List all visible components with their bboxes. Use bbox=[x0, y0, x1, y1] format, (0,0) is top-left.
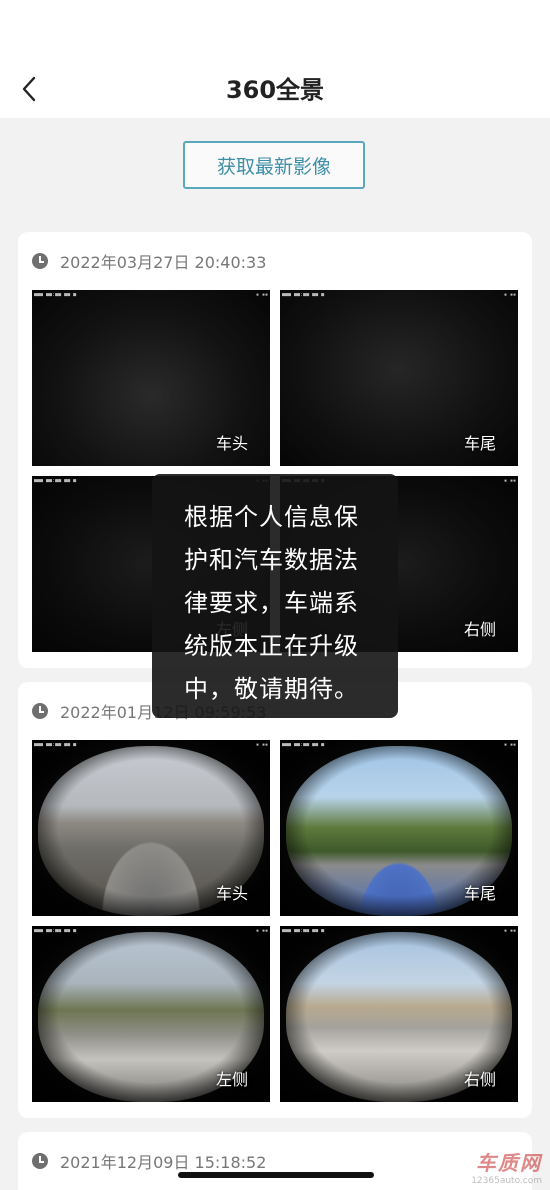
snapshot-timestamp: 2021年12月09日 15:18:52 bbox=[60, 1153, 267, 1172]
clock-icon bbox=[32, 1153, 48, 1169]
thumb-left[interactable]: ■■■ ■■:■■ ■■ ■▪ ▪▪ 左侧 bbox=[32, 926, 270, 1102]
top-bar: 360全景 bbox=[0, 0, 550, 118]
camera-hud: ■■■ ■■:■■ ■■ ■▪ ▪▪ bbox=[282, 742, 516, 748]
clock-icon bbox=[32, 253, 48, 269]
camera-hud: ■■■ ■■:■■ ■■ ■▪ ▪▪ bbox=[282, 292, 516, 298]
thumb-rear[interactable]: ■■■ ■■:■■ ■■ ■ ▪ ▪▪ 车尾 bbox=[280, 290, 518, 466]
camera-hud: ■■■ ■■:■■ ■■ ■▪ ▪▪ bbox=[282, 928, 516, 934]
watermark-sub: 12365auto.com bbox=[471, 1176, 542, 1186]
thumb-label: 左侧 bbox=[215, 1070, 248, 1089]
thumb-front[interactable]: ■■■ ■■:■■ ■■ ■ ▪ ▪▪ 车头 bbox=[32, 740, 270, 916]
camera-hud: ■■■ ■■:■■ ■■ ■▪ ▪▪ bbox=[34, 928, 268, 934]
thumb-label: 车头 bbox=[215, 434, 248, 453]
card-header: 2021年12月09日 15:18:52 bbox=[32, 1148, 266, 1174]
home-indicator[interactable] bbox=[178, 1172, 374, 1178]
thumb-right[interactable]: ■■■ ■■:■■ ■■ ■▪ ▪▪ 右侧 bbox=[280, 926, 518, 1102]
thumb-front[interactable]: ■■■ ■■:■■ ■■ ■ ▪ ▪▪ 车头 bbox=[32, 290, 270, 466]
fetch-latest-image-button[interactable]: 获取最新影像 bbox=[183, 141, 365, 189]
snapshot-card: 2022年01月12日 09:59:53 ■■■ ■■:■■ ■■ ■▪ ▪▪ … bbox=[18, 682, 532, 1118]
thumb-label: 车尾 bbox=[463, 884, 496, 903]
watermark-logo: 车质网 12365auto.com bbox=[471, 1147, 542, 1186]
card-header: 2022年03月27日 20:40:33 bbox=[32, 248, 266, 274]
clock-icon bbox=[32, 703, 48, 719]
thumb-label: 右侧 bbox=[463, 1070, 496, 1089]
camera-hud: ■■■ ■■:■■ ■■ ■▪ ▪▪ bbox=[34, 292, 268, 298]
watermark-main: 车质网 bbox=[476, 1151, 542, 1175]
camera-hud: ■■■ ■■:■■ ■■ ■▪ ▪▪ bbox=[34, 742, 268, 748]
thumb-label: 右侧 bbox=[463, 620, 496, 639]
toast-message: 根据个人信息保护和汽车数据法律要求，车端系统版本正在升级中，敬请期待。 bbox=[152, 474, 398, 718]
thumb-label: 车尾 bbox=[463, 434, 496, 453]
snapshot-timestamp: 2022年03月27日 20:40:33 bbox=[60, 253, 267, 272]
snapshot-card: 2021年12月09日 15:18:52 bbox=[18, 1132, 532, 1190]
thumb-rear[interactable]: ■■■ ■■:■■ ■■ ■ ▪ ▪▪ 车尾 bbox=[280, 740, 518, 916]
thumb-label: 车头 bbox=[215, 884, 248, 903]
page-title: 360全景 bbox=[225, 76, 325, 104]
